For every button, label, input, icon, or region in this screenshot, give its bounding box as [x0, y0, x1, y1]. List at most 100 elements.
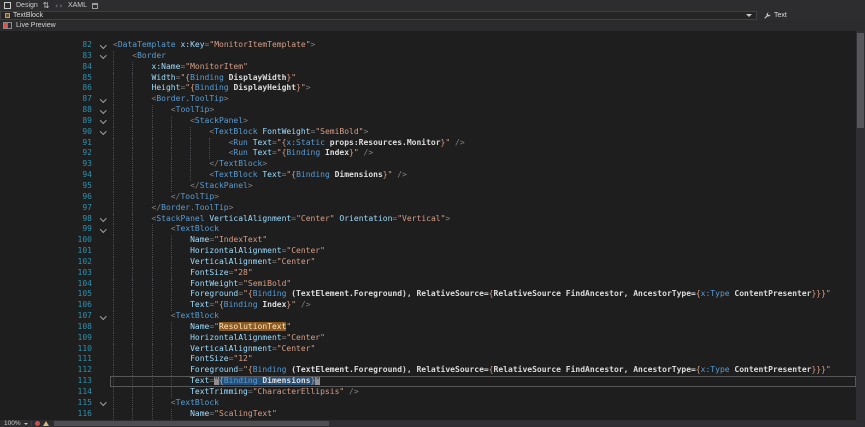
code-line[interactable]: 105Foreground="{Binding (TextElement.For…: [0, 289, 856, 300]
code-line[interactable]: 102VerticalAlignment="Center": [0, 257, 856, 268]
token: "ScalingText": [214, 409, 277, 418]
fold-margin[interactable]: [98, 224, 110, 235]
fold-chevron-icon[interactable]: [100, 96, 106, 102]
vertical-scrollbar-thumb[interactable]: [857, 33, 864, 128]
code-line[interactable]: 97</Border.ToolTip>: [0, 203, 856, 214]
code-line[interactable]: 114TextTrimming="CharacterEllipsis" />: [0, 387, 856, 398]
code-line[interactable]: 94<TextBlock Text="{Binding Dimensions}"…: [0, 170, 856, 181]
design-tab[interactable]: Design: [16, 2, 38, 9]
code-line[interactable]: 95</StackPanel>: [0, 181, 856, 192]
code-line[interactable]: 83<Border: [0, 51, 856, 62]
fold-margin[interactable]: [98, 40, 110, 51]
code-line[interactable]: 100Name="IndexText": [0, 235, 856, 246]
fold-chevron-icon[interactable]: [100, 42, 106, 48]
code-line[interactable]: 85Width="{Binding DisplayWidth}": [0, 73, 856, 84]
code-line[interactable]: 87<Border.ToolTip>: [0, 94, 856, 105]
code-line[interactable]: 101HorizontalAlignment="Center": [0, 246, 856, 257]
code-line[interactable]: 86Height="{Binding DisplayHeight}">: [0, 83, 856, 94]
token: "Center": [277, 344, 316, 353]
code-line[interactable]: 112Foreground="{Binding (TextElement.For…: [0, 365, 856, 376]
indent-guide: [132, 409, 151, 420]
code-line[interactable]: 91<Run Text="{x:Static props:Resources.M…: [0, 138, 856, 149]
popout-icon[interactable]: [92, 3, 98, 9]
indent-guide: [171, 322, 190, 333]
indent-guide: [132, 365, 151, 376]
indent-guide: [171, 289, 190, 300]
code-line[interactable]: 106Text="{Binding Index}" />: [0, 300, 856, 311]
code-line[interactable]: 107<TextBlock: [0, 311, 856, 322]
element-dropdown[interactable]: TextBlock: [0, 11, 757, 20]
designer-toolbar: Design ⇅ ‹› XAML: [0, 0, 865, 11]
fold-margin[interactable]: [98, 51, 110, 62]
fold-chevron-icon[interactable]: [100, 117, 106, 123]
code-line[interactable]: 89<StackPanel>: [0, 116, 856, 127]
element-icon: [5, 13, 10, 18]
code-text: <Run Text="{x:Static props:Resources.Mon…: [110, 138, 856, 149]
code-line[interactable]: 104FontWeight="SemiBold": [0, 279, 856, 290]
code-editor[interactable]: 82<DataTemplate x:Key="MonitorItemTempla…: [0, 31, 856, 420]
line-number: 103: [0, 268, 98, 279]
code-line[interactable]: 113Text="{Binding Dimensions}": [0, 376, 856, 387]
token: >: [445, 214, 450, 223]
fold-margin[interactable]: [98, 398, 110, 409]
indent-guide: [113, 387, 132, 398]
fold-chevron-icon[interactable]: [100, 128, 106, 134]
live-preview-label[interactable]: Live Preview: [16, 22, 56, 29]
code-line[interactable]: 103FontSize="28": [0, 268, 856, 279]
code-line[interactable]: 115<TextBlock: [0, 398, 856, 409]
indent-guide: [190, 170, 209, 181]
code-line[interactable]: 92<Run Text="{Binding Index}" />: [0, 148, 856, 159]
navigation-bar: TextBlock Text: [0, 11, 865, 20]
fold-margin[interactable]: [98, 311, 110, 322]
fold-chevron-icon[interactable]: [100, 52, 106, 58]
fold-margin[interactable]: [98, 94, 110, 105]
code-line[interactable]: 109HorizontalAlignment="Center": [0, 333, 856, 344]
indent-guide: [132, 127, 151, 138]
horizontal-scrollbar[interactable]: [54, 421, 863, 426]
fold-margin[interactable]: [98, 116, 110, 127]
fold-chevron-icon[interactable]: [100, 226, 106, 232]
fold-margin[interactable]: [98, 214, 110, 225]
indent-guide: [152, 333, 171, 344]
token: Binding: [286, 148, 320, 157]
code-line[interactable]: 108Name="ResolutionText": [0, 322, 856, 333]
token: TextBlock: [176, 398, 219, 407]
zoom-control[interactable]: 100%: [4, 420, 28, 427]
horizontal-scrollbar-thumb[interactable]: [54, 421, 329, 426]
indent-guide: [171, 365, 190, 376]
token: ToolTip: [180, 192, 214, 201]
document-health-icon[interactable]: [35, 421, 40, 426]
fold-chevron-icon[interactable]: [100, 313, 106, 319]
fold-chevron-icon[interactable]: [100, 215, 106, 221]
code-line[interactable]: 98<StackPanel VerticalAlignment="Center"…: [0, 214, 856, 225]
token: Index: [320, 148, 349, 157]
code-text: TextTrimming="CharacterEllipsis" />: [110, 387, 856, 398]
code-line[interactable]: 84x:Name="MonitorItem": [0, 62, 856, 73]
fold-chevron-icon[interactable]: [100, 399, 106, 405]
code-line[interactable]: 90<TextBlock FontWeight="SemiBold">: [0, 127, 856, 138]
indent-guide: [171, 148, 190, 159]
live-preview-bar: Live Preview: [0, 20, 865, 31]
fold-chevron-icon[interactable]: [100, 107, 106, 113]
code-line[interactable]: 82<DataTemplate x:Key="MonitorItemTempla…: [0, 40, 856, 51]
code-line[interactable]: 110VerticalAlignment="Center": [0, 344, 856, 355]
fold-margin[interactable]: [98, 127, 110, 138]
indent-guide: [152, 148, 171, 159]
xaml-tab[interactable]: XAML: [68, 2, 87, 9]
fold-margin: [98, 344, 110, 355]
code-line[interactable]: 93</TextBlock>: [0, 159, 856, 170]
indent-guide: [132, 94, 151, 105]
fold-margin[interactable]: [98, 105, 110, 116]
code-line[interactable]: 116Name="ScalingText": [0, 409, 856, 420]
code-area[interactable]: 82<DataTemplate x:Key="MonitorItemTempla…: [0, 40, 856, 420]
code-line[interactable]: 99<TextBlock: [0, 224, 856, 235]
code-line[interactable]: 96</ToolTip>: [0, 192, 856, 203]
token: StackPanel: [195, 116, 243, 125]
member-dropdown[interactable]: Text: [757, 11, 793, 20]
code-line[interactable]: 88<ToolTip>: [0, 105, 856, 116]
swap-panes-icon[interactable]: ⇅: [43, 2, 50, 10]
indent-guide: [152, 192, 171, 203]
vertical-scrollbar[interactable]: [856, 31, 865, 420]
indent-guide: [132, 192, 151, 203]
code-line[interactable]: 111FontSize="12": [0, 354, 856, 365]
